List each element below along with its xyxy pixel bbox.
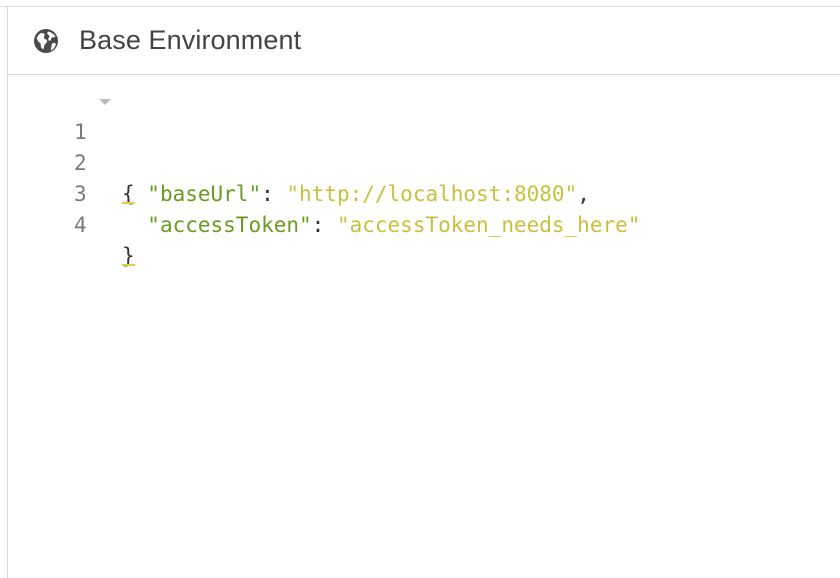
json-key: "accessToken"	[147, 213, 312, 237]
line-number: 4	[74, 213, 87, 237]
colon: :	[311, 213, 337, 237]
panel-header: Base Environment	[8, 7, 840, 75]
globe-icon	[33, 28, 59, 54]
code-line: 3 "accessToken": "accessToken_needs_here…	[8, 148, 840, 237]
close-brace: }	[122, 244, 135, 268]
code-line: 1 {	[8, 86, 840, 206]
fold-arrow-icon[interactable]	[99, 99, 111, 105]
json-code-editor[interactable]: 1 { 2 "baseUrl": "http://localhost:8080"…	[8, 76, 840, 578]
page-title: Base Environment	[79, 25, 302, 55]
environment-editor-panel: Base Environment 1 { 2 "baseUrl": "http:…	[0, 0, 840, 578]
json-string-value: "accessToken_needs_here"	[336, 213, 641, 237]
code-line: 2 "baseUrl": "http://localhost:8080",	[8, 117, 840, 206]
code-line: 4 }	[8, 179, 840, 268]
